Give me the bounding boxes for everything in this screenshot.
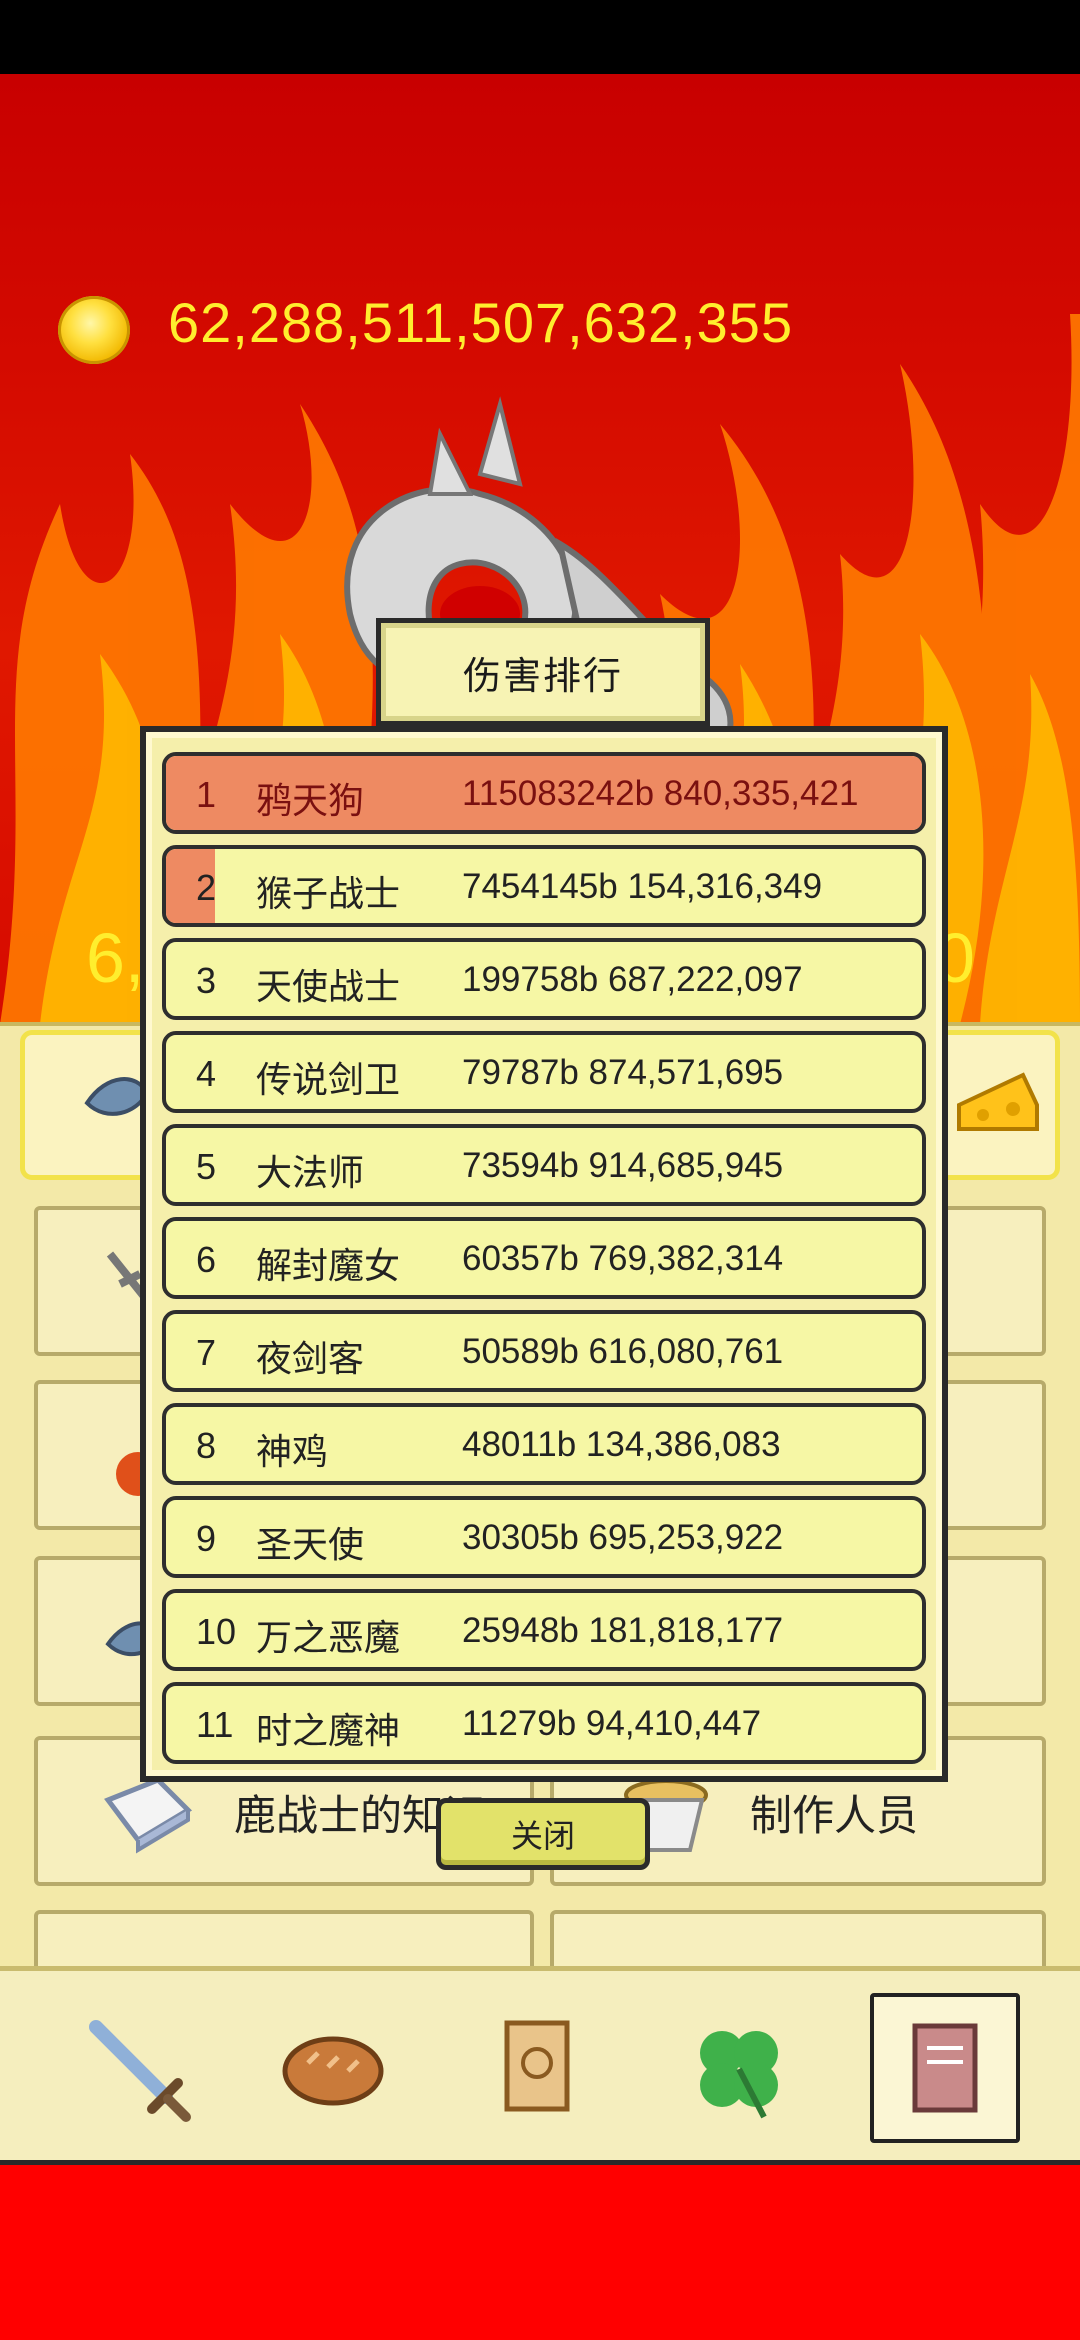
ranking-row: 9 圣天使 30305b 695,253,922 — [162, 1496, 926, 1578]
scroll-icon — [504, 2020, 570, 2112]
bottom-background — [0, 2165, 1080, 2340]
hero-name: 天使战士 — [256, 967, 401, 1008]
hero-name: 圣天使 — [256, 1525, 365, 1566]
ranking-title-box: 伤害排行 — [376, 618, 710, 726]
ranking-row: 7 夜剑客 50589b 616,080,761 — [162, 1310, 926, 1392]
book-icon — [912, 2023, 978, 2113]
damage-value: 30305b 695,253,922 — [462, 1518, 784, 1557]
ranking-row: 11 时之魔神 11279b 94,410,447 — [162, 1682, 926, 1764]
ranking-row: 5 大法师 73594b 914,685,945 — [162, 1124, 926, 1206]
hero-name: 猴子战士 — [256, 874, 401, 915]
nav-bread-button[interactable] — [258, 1993, 408, 2143]
nav-scroll-button[interactable] — [462, 1993, 612, 2143]
hero-name: 解封魔女 — [256, 1246, 401, 1287]
damage-value: 115083242b 840,335,421 — [462, 774, 859, 813]
open-book-icon — [104, 1777, 193, 1854]
damage-value: 48011b 134,386,083 — [462, 1425, 781, 1464]
rank-number: 6 — [196, 1239, 217, 1280]
hero-name: 传说剑卫 — [256, 1060, 401, 1101]
credits-label: 制作人员 — [750, 1791, 919, 1840]
ranking-row: 1 鸦天狗 115083242b 840,335,421 — [162, 752, 926, 834]
hero-name: 大法师 — [256, 1153, 365, 1194]
damage-value: 199758b 687,222,097 — [462, 960, 803, 999]
rank-number: 7 — [196, 1332, 217, 1373]
rank-number: 8 — [196, 1425, 217, 1466]
damage-value: 60357b 769,382,314 — [462, 1239, 784, 1278]
rank-number: 4 — [196, 1053, 217, 1094]
ranking-row: 6 解封魔女 60357b 769,382,314 — [162, 1217, 926, 1299]
bottom-nav — [0, 1966, 1080, 2166]
damage-value: 79787b 874,571,695 — [462, 1053, 784, 1092]
ranking-list: 1 鸦天狗 115083242b 840,335,421 2 猴子战士 7454145b … — [162, 752, 926, 1775]
rank-number: 5 — [196, 1146, 217, 1187]
close-label: 关闭 — [510, 1817, 575, 1855]
rank-number: 3 — [196, 960, 217, 1001]
ranking-row: 4 传说剑卫 79787b 874,571,695 — [162, 1031, 926, 1113]
rank-number: 10 — [196, 1611, 237, 1652]
status-bar — [0, 0, 1080, 74]
nav-book-button[interactable] — [870, 1993, 1020, 2143]
ranking-row: 8 神鸡 48011b 134,386,083 — [162, 1403, 926, 1485]
nav-clover-button[interactable] — [664, 1993, 814, 2143]
coin-amount: 62,288,511,507,632,355 — [168, 291, 794, 354]
rank-number: 11 — [196, 1704, 234, 1745]
rank-number: 1 — [196, 774, 217, 815]
damage-value: 7454145b 154,316,349 — [462, 867, 823, 906]
bread-icon — [282, 2036, 384, 2106]
close-button[interactable]: 关闭 — [436, 1798, 650, 1870]
ranking-title: 伤害排行 — [462, 653, 623, 698]
ranking-row: 2 猴子战士 7454145b 154,316,349 — [162, 845, 926, 927]
gold-coin-icon — [58, 296, 130, 364]
clover-icon — [700, 2031, 778, 2119]
ranking-row: 10 万之恶魔 25948b 181,818,177 — [162, 1589, 926, 1671]
damage-value: 73594b 914,685,945 — [462, 1146, 784, 1185]
damage-value: 25948b 181,818,177 — [462, 1611, 784, 1650]
rank-number: 2 — [196, 867, 217, 908]
rank-number: 9 — [196, 1518, 217, 1559]
sword-icon — [89, 2020, 191, 2122]
ranking-row: 3 天使战士 199758b 687,222,097 — [162, 938, 926, 1020]
damage-ranking-dialog: 1 鸦天狗 115083242b 840,335,421 2 猴子战士 7454145b … — [140, 726, 948, 1782]
hero-name: 神鸡 — [256, 1432, 329, 1473]
hero-name: 鸦天狗 — [256, 781, 365, 822]
damage-value: 50589b 616,080,761 — [462, 1332, 784, 1371]
stage-number-left: 6, — [86, 919, 145, 997]
hero-name: 万之恶魔 — [256, 1618, 401, 1659]
nav-sword-button[interactable] — [62, 1993, 212, 2143]
cheese-icon — [957, 1072, 1039, 1131]
damage-value: 11279b 94,410,447 — [462, 1704, 762, 1743]
hero-name: 时之魔神 — [256, 1711, 401, 1752]
hero-name: 夜剑客 — [256, 1339, 365, 1380]
